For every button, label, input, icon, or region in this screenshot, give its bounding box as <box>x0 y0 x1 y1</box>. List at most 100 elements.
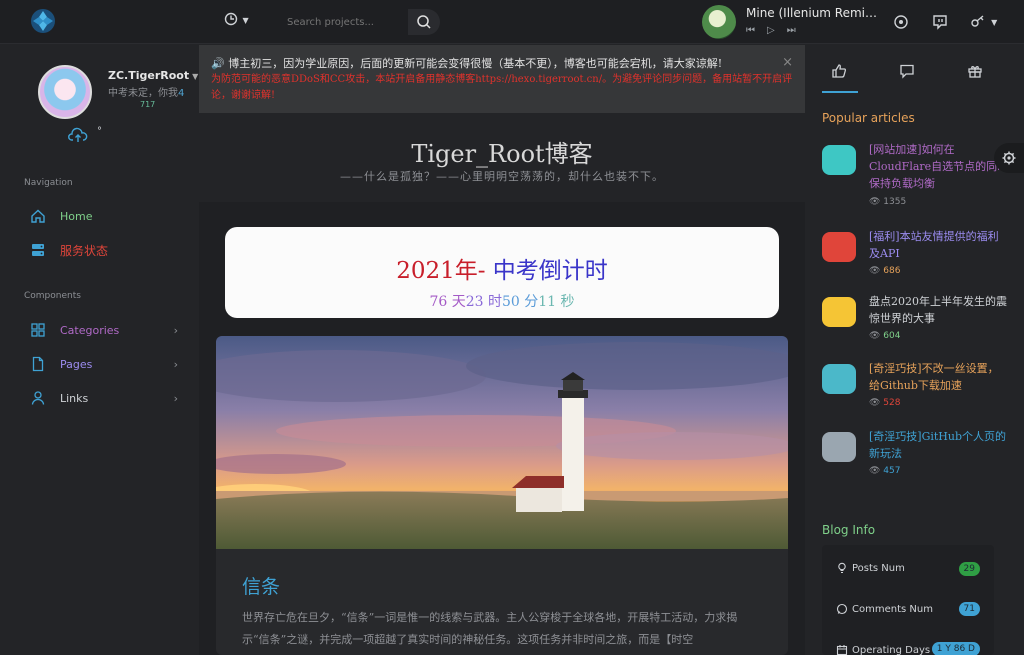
user-motto: 中考未定，你我4 <box>108 84 184 99</box>
comment-icon <box>836 603 848 615</box>
right-sidebar: Popular articles [网站加速]如何在CloudFlare自选节点… <box>806 45 1024 655</box>
chevron-right-icon: › <box>173 323 178 337</box>
sidebar-item-label: 服务状态 <box>60 243 109 258</box>
sidebar-item-status[interactable]: 服务状态 <box>12 235 192 265</box>
article-views: 👁 686 <box>869 266 900 276</box>
sidebar-item-label: Links <box>60 391 89 405</box>
search-icon <box>417 15 431 29</box>
song-title: Mine (Illenium Remi… <box>746 6 878 20</box>
target-icon[interactable] <box>893 14 909 30</box>
server-icon <box>32 244 44 256</box>
post-card[interactable]: 信条 世界存亡危在旦夕，“信条”一词是惟一的线索与武器。主人公穿梭于全球各地，开… <box>216 336 788 655</box>
countdown-title: 2021年- 中考倒计时 <box>225 251 779 285</box>
article-views: 👁 604 <box>869 331 900 341</box>
eye-icon: 👁 <box>869 466 884 476</box>
sidebar-item-label: Pages <box>60 357 93 371</box>
announcement-line-1: 🔊 博主初三，因为学业原因，后面的更新可能会变得很慢（基本不更），博客也可能会宕… <box>211 57 723 70</box>
article-title[interactable]: [奇淫巧技]GitHub个人页的新玩法 <box>869 428 1009 462</box>
clock-dropdown-button[interactable]: ▼ <box>224 12 249 30</box>
chevron-down-icon: ▼ <box>192 72 199 81</box>
music-cover[interactable] <box>702 5 736 39</box>
posts-num-row: Posts Num <box>836 562 905 574</box>
site-logo-icon[interactable] <box>30 8 56 34</box>
previous-track-icon[interactable]: ⏮ <box>746 25 767 36</box>
eye-icon: 👁 <box>869 331 884 341</box>
article-views: 👁 1355 <box>869 197 906 207</box>
grid-icon <box>31 323 45 337</box>
left-sidebar: ZC.TigerRoot ▼ 中考未定，你我4 717 ° Navigation … <box>0 45 199 655</box>
article-views: 👁 457 <box>869 466 900 476</box>
article-thumbnail[interactable] <box>822 364 856 394</box>
cloud-upload-icon[interactable] <box>68 127 88 143</box>
comment-icon[interactable] <box>899 63 915 79</box>
chevron-right-icon: › <box>173 391 178 405</box>
countdown-days: 76 天 <box>429 294 466 310</box>
home-icon <box>31 209 45 223</box>
sidebar-item-home[interactable]: Home <box>12 201 192 231</box>
top-bar: ▼ Mine (Illenium Remi… ⏮▷⏭ ▼ <box>0 0 1024 44</box>
gear-icon <box>1002 151 1016 165</box>
main-content: 2021年- 中考倒计时 76 天23 时50 分11 秒 信条 世界存亡危在旦… <box>199 202 805 655</box>
article-title[interactable]: [网站加速]如何在CloudFlare自选节点的同时保持负载均衡 <box>869 141 1009 192</box>
components-label: Components <box>24 291 81 301</box>
article-view-count: 604 <box>883 331 901 341</box>
comments-num-row: Comments Num <box>836 603 933 615</box>
countdown-year: 2021年- <box>396 258 486 284</box>
countdown-label: 中考倒计时 <box>485 258 608 284</box>
chevron-down-icon: ▼ <box>242 16 249 25</box>
page-title: Tiger_Root博客 <box>411 140 593 168</box>
search-button[interactable] <box>408 9 440 35</box>
article-thumbnail[interactable] <box>822 232 856 262</box>
post-title[interactable]: 信条 <box>242 572 280 599</box>
blog-info-heading: Blog Info <box>822 523 876 537</box>
countdown-card: 2021年- 中考倒计时 76 天23 时50 分11 秒 <box>225 227 779 318</box>
comments-num-badge: 71 <box>958 602 980 616</box>
blog-info-panel: Posts Num 29 Comments Num 71 Operating D… <box>822 545 994 655</box>
article-views: 👁 528 <box>869 398 900 408</box>
clock-icon <box>224 12 238 26</box>
article-thumbnail[interactable] <box>822 145 856 175</box>
chevron-down-icon: ▼ <box>991 18 998 27</box>
user-menu[interactable]: ZC.TigerRoot ▼ <box>108 69 198 82</box>
file-icon <box>32 356 44 372</box>
active-tab-indicator <box>822 91 858 93</box>
sidebar-item-label: Home <box>60 209 93 223</box>
sidebar-item-pages[interactable]: Pages › <box>12 349 192 379</box>
sidebar-item-categories[interactable]: Categories › <box>12 315 192 345</box>
chat-icon[interactable] <box>932 14 948 30</box>
search-input[interactable] <box>280 9 410 35</box>
article-view-count: 457 <box>883 466 901 476</box>
settings-tab[interactable] <box>994 143 1024 173</box>
avatar[interactable] <box>38 65 92 119</box>
user-motto-text: 中考未定，你我 <box>108 88 178 99</box>
post-cover-image[interactable] <box>216 336 788 549</box>
article-thumbnail[interactable] <box>822 297 856 327</box>
navigation-label: Navigation <box>24 178 73 188</box>
sidebar-item-links[interactable]: Links › <box>12 383 192 413</box>
close-icon[interactable]: × <box>782 55 793 71</box>
article-view-count: 1355 <box>883 197 907 207</box>
eye-icon: 👁 <box>869 266 884 276</box>
countdown-seconds: 11 秒 <box>538 294 575 310</box>
key-dropdown-button[interactable]: ▼ <box>970 13 997 33</box>
sidebar-item-label: Categories <box>60 323 120 337</box>
article-title[interactable]: [奇淫巧技]不改一丝设置，给Github下载加速 <box>869 360 1009 394</box>
article-title[interactable]: [福利]本站友情提供的福利及API <box>869 228 1009 262</box>
status-dot-text: ° <box>97 126 102 137</box>
chevron-right-icon: › <box>173 357 178 371</box>
play-icon[interactable]: ▷ <box>767 25 787 36</box>
popular-articles-heading: Popular articles <box>822 111 915 125</box>
user-icon <box>31 391 45 405</box>
next-track-icon[interactable]: ⏭ <box>787 25 808 36</box>
article-view-count: 686 <box>883 266 901 276</box>
article-title[interactable]: 盘点2020年上半年发生的震惊世界的大事 <box>869 293 1009 327</box>
article-view-count: 528 <box>883 398 901 408</box>
article-thumbnail[interactable] <box>822 432 856 462</box>
calendar-icon <box>836 645 848 655</box>
gift-icon[interactable] <box>967 63 983 79</box>
user-stats: 717 <box>140 100 156 109</box>
posts-num-badge: 29 <box>958 562 980 576</box>
thumbs-up-icon[interactable] <box>831 63 847 79</box>
countdown-minutes: 50 分 <box>502 294 539 310</box>
eye-icon: 👁 <box>869 197 884 207</box>
